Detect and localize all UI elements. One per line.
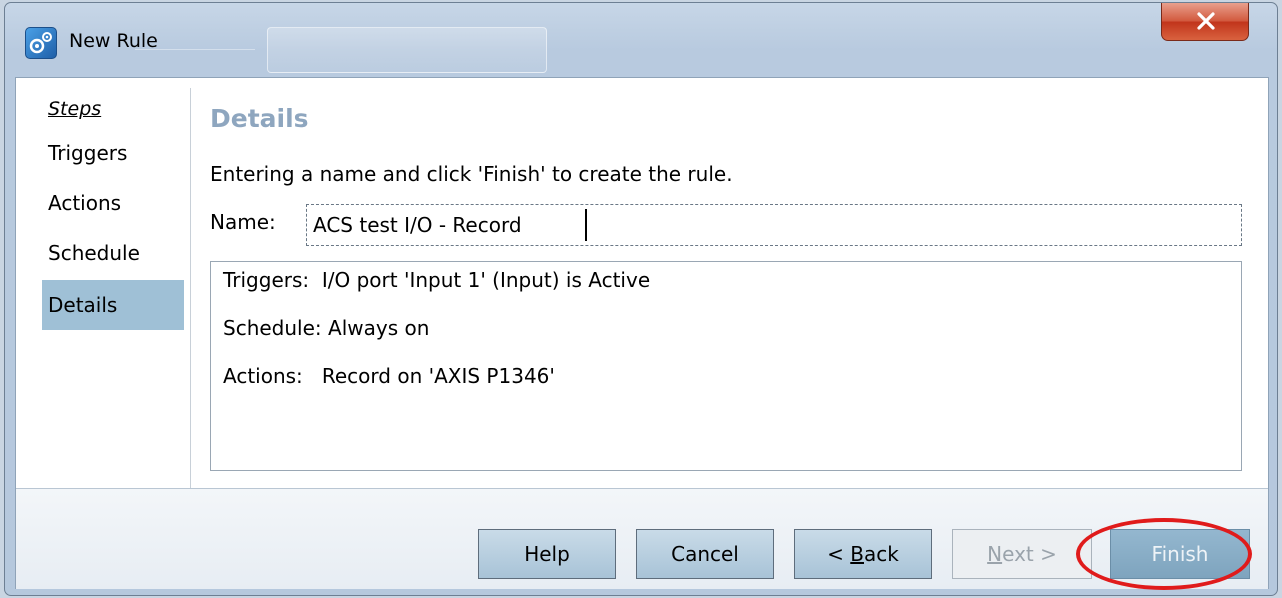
summary-label: Triggers: [223, 268, 310, 292]
summary-row-actions: Actions: Record on 'AXIS P1346' [223, 364, 555, 388]
summary-row-schedule: Schedule: Always on [223, 316, 429, 340]
instructions-text: Entering a name and click 'Finish' to cr… [210, 162, 733, 186]
summary-label: Schedule: [223, 316, 322, 340]
back-button[interactable]: < Back [794, 529, 932, 579]
steps-heading: Steps [48, 98, 102, 120]
step-triggers[interactable]: Triggers [42, 128, 184, 178]
back-mnemonic: B [850, 542, 864, 566]
step-actions[interactable]: Actions [42, 178, 184, 228]
text-caret [585, 209, 587, 241]
summary-row-triggers: Triggers: I/O port 'Input 1' (Input) is … [223, 268, 650, 292]
cancel-button[interactable]: Cancel [636, 529, 774, 579]
summary-value: Always on [328, 316, 430, 340]
title-bar[interactable]: New Rule [5, 3, 1277, 77]
back-prefix: < [827, 542, 851, 566]
dialog-client-area: Steps Triggers Actions Schedule Details … [15, 77, 1269, 589]
steps-panel: Steps Triggers Actions Schedule Details [16, 78, 194, 488]
background-tab [267, 27, 547, 73]
close-button[interactable] [1161, 3, 1249, 41]
summary-label: Actions: [223, 364, 303, 388]
window-title: New Rule [69, 30, 158, 52]
close-icon [1197, 12, 1215, 30]
rule-summary-box: Triggers: I/O port 'Input 1' (Input) is … [210, 261, 1242, 471]
new-rule-dialog: New Rule Steps Triggers Actions Schedule… [4, 2, 1278, 596]
name-label: Name: [210, 210, 276, 234]
button-bar: Help Cancel < Back Next > Finish [16, 488, 1268, 589]
steps-divider [190, 88, 191, 488]
summary-value: Record on 'AXIS P1346' [321, 364, 555, 388]
finish-button[interactable]: Finish [1110, 529, 1250, 579]
background-tab-edge [135, 49, 255, 72]
details-title: Details [210, 104, 309, 133]
back-rest: ack [864, 542, 899, 566]
step-schedule[interactable]: Schedule [42, 228, 184, 278]
step-details[interactable]: Details [42, 280, 184, 330]
help-button[interactable]: Help [478, 529, 616, 579]
next-button[interactable]: Next > [952, 529, 1092, 579]
next-mnemonic: N [987, 542, 1003, 566]
rule-name-input[interactable] [306, 204, 1242, 246]
rule-gear-icon [25, 27, 57, 59]
summary-value: I/O port 'Input 1' (Input) is Active [321, 268, 651, 292]
next-rest: ext > [1002, 542, 1057, 566]
